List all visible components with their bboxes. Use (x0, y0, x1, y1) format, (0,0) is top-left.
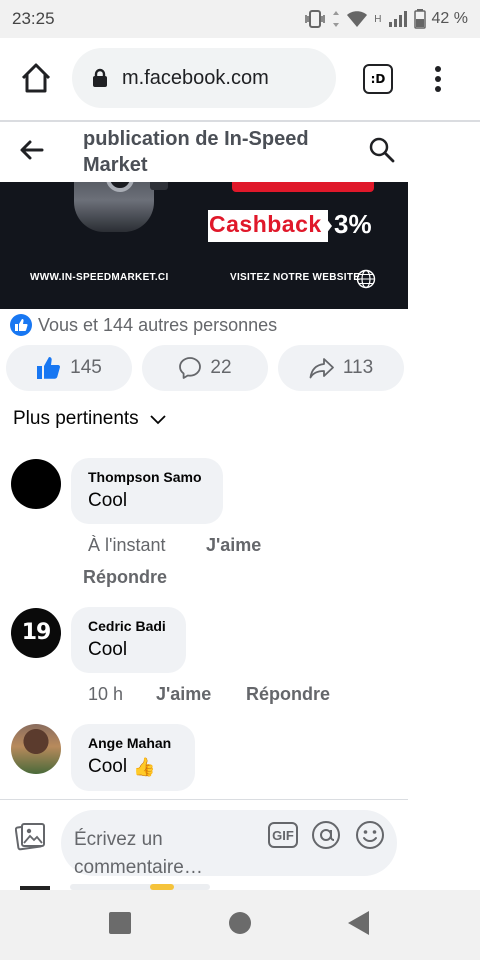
comment-author[interactable]: Cedric Badi (88, 617, 169, 635)
ad-website-text: WWW.IN-SPEEDMARKET.CI (30, 272, 169, 283)
menu-dot (435, 66, 441, 72)
comment-reply-link[interactable]: Répondre (83, 567, 167, 588)
system-nav-bar (0, 890, 480, 960)
like-badge-icon (10, 314, 32, 336)
comment-input-placeholder: Écrivez un commentaire… (74, 829, 203, 878)
post-actions: 145 22 113 (6, 345, 406, 391)
menu-dot (435, 76, 441, 82)
browser-menu-button[interactable] (426, 62, 450, 96)
scroll-peek (0, 880, 480, 890)
thumbs-up-emoji: 👍 (133, 757, 156, 777)
cashback-arrow (320, 210, 332, 242)
page-title: publication de In-Speed Market (83, 128, 309, 176)
wifi-icon (347, 11, 368, 27)
home-icon (21, 63, 51, 93)
comment-bubble[interactable]: Thompson Samo Cool (71, 458, 223, 524)
network-type-label: H (374, 13, 382, 25)
comment-text: Cool (88, 490, 128, 511)
like-button[interactable]: 145 (6, 345, 132, 391)
comment-input[interactable]: Écrivez un commentaire… GIF (61, 810, 397, 878)
photo-icon (14, 823, 45, 851)
signal-icon (388, 11, 407, 27)
comment-bubble[interactable]: Cedric Badi Cool (71, 607, 186, 673)
like-count: 145 (70, 357, 102, 378)
home-button[interactable] (19, 62, 53, 94)
comment-composer: Écrivez un commentaire… GIF (0, 800, 408, 888)
battery-icon (413, 9, 426, 29)
reactions-text: Vous et 144 autres personnes (38, 314, 278, 335)
comment-bubble[interactable]: Ange Mahan Cool 👍 (71, 724, 195, 791)
post-image[interactable]: Cashback 3% WWW.IN-SPEEDMARKET.CI VISITE… (0, 182, 408, 309)
ad-visit-text: VISITEZ NOTRE WEBSITE (230, 272, 361, 283)
avatar[interactable]: 19 (11, 608, 61, 658)
chevron-down-icon (150, 415, 166, 425)
comment-text: Cool (88, 756, 128, 777)
search-button[interactable] (368, 136, 396, 164)
avatar[interactable] (11, 459, 61, 509)
battery-percent: 42 % (431, 10, 468, 27)
url-text: m.facebook.com (122, 66, 269, 89)
comment-reply-link[interactable]: Répondre (246, 684, 330, 705)
avatar-text: 19 (21, 620, 52, 645)
recents-icon[interactable] (109, 912, 131, 934)
add-photo-button[interactable] (14, 820, 47, 852)
product-image (74, 182, 154, 232)
back-button[interactable] (18, 136, 46, 164)
status-time: 23:25 (12, 9, 55, 28)
menu-dot (435, 86, 441, 92)
post-header: publication de In-Speed Market (0, 122, 410, 182)
ad-cashback-text: Cashback (209, 211, 322, 237)
status-icons: H 42 % (304, 9, 468, 29)
browser-toolbar: m.facebook.com :D (0, 38, 480, 120)
emoji-icon[interactable] (355, 820, 385, 850)
share-button[interactable]: 113 (278, 345, 404, 391)
thumbs-up-icon (37, 357, 61, 379)
share-count: 113 (342, 357, 374, 378)
reactions-summary[interactable]: Vous et 144 autres personnes (10, 314, 277, 336)
globe-icon (356, 269, 376, 289)
ad-percent-text: 3% (334, 209, 372, 239)
sort-label: Plus pertinents (13, 408, 139, 429)
gif-icon[interactable]: GIF (268, 822, 298, 848)
address-bar[interactable]: m.facebook.com (72, 48, 336, 108)
comment-text-row: Cool 👍 (88, 754, 178, 780)
comment-time[interactable]: À l'instant (88, 535, 165, 556)
tabs-button[interactable]: :D (363, 64, 393, 94)
search-icon (369, 137, 395, 163)
data-arrows-icon (333, 11, 340, 27)
comment-button[interactable]: 22 (142, 345, 268, 391)
product-image-part (150, 182, 168, 190)
comment-sort-dropdown[interactable]: Plus pertinents (13, 408, 167, 430)
back-triangle-icon[interactable] (348, 911, 369, 935)
comment-time[interactable]: 10 h (88, 684, 123, 705)
status-bar: 23:25 H 42 % (0, 0, 480, 38)
comment-like-link[interactable]: J'aime (206, 535, 261, 556)
vibrate-icon (305, 10, 326, 28)
at-icon[interactable] (311, 820, 341, 850)
comment-author[interactable]: Thompson Samo (88, 468, 206, 486)
share-arrow-icon (309, 358, 334, 379)
lock-icon (93, 68, 107, 87)
ad-red-bar (232, 182, 374, 192)
comment-count: 22 (210, 357, 232, 378)
comment-text: Cool (88, 639, 128, 660)
avatar[interactable] (11, 724, 61, 774)
back-arrow-icon (20, 140, 44, 160)
home-circle-icon[interactable] (229, 912, 251, 934)
comment-author[interactable]: Ange Mahan (88, 734, 178, 752)
comment-like-link[interactable]: J'aime (156, 684, 211, 705)
comment-bubble-icon (179, 357, 202, 379)
